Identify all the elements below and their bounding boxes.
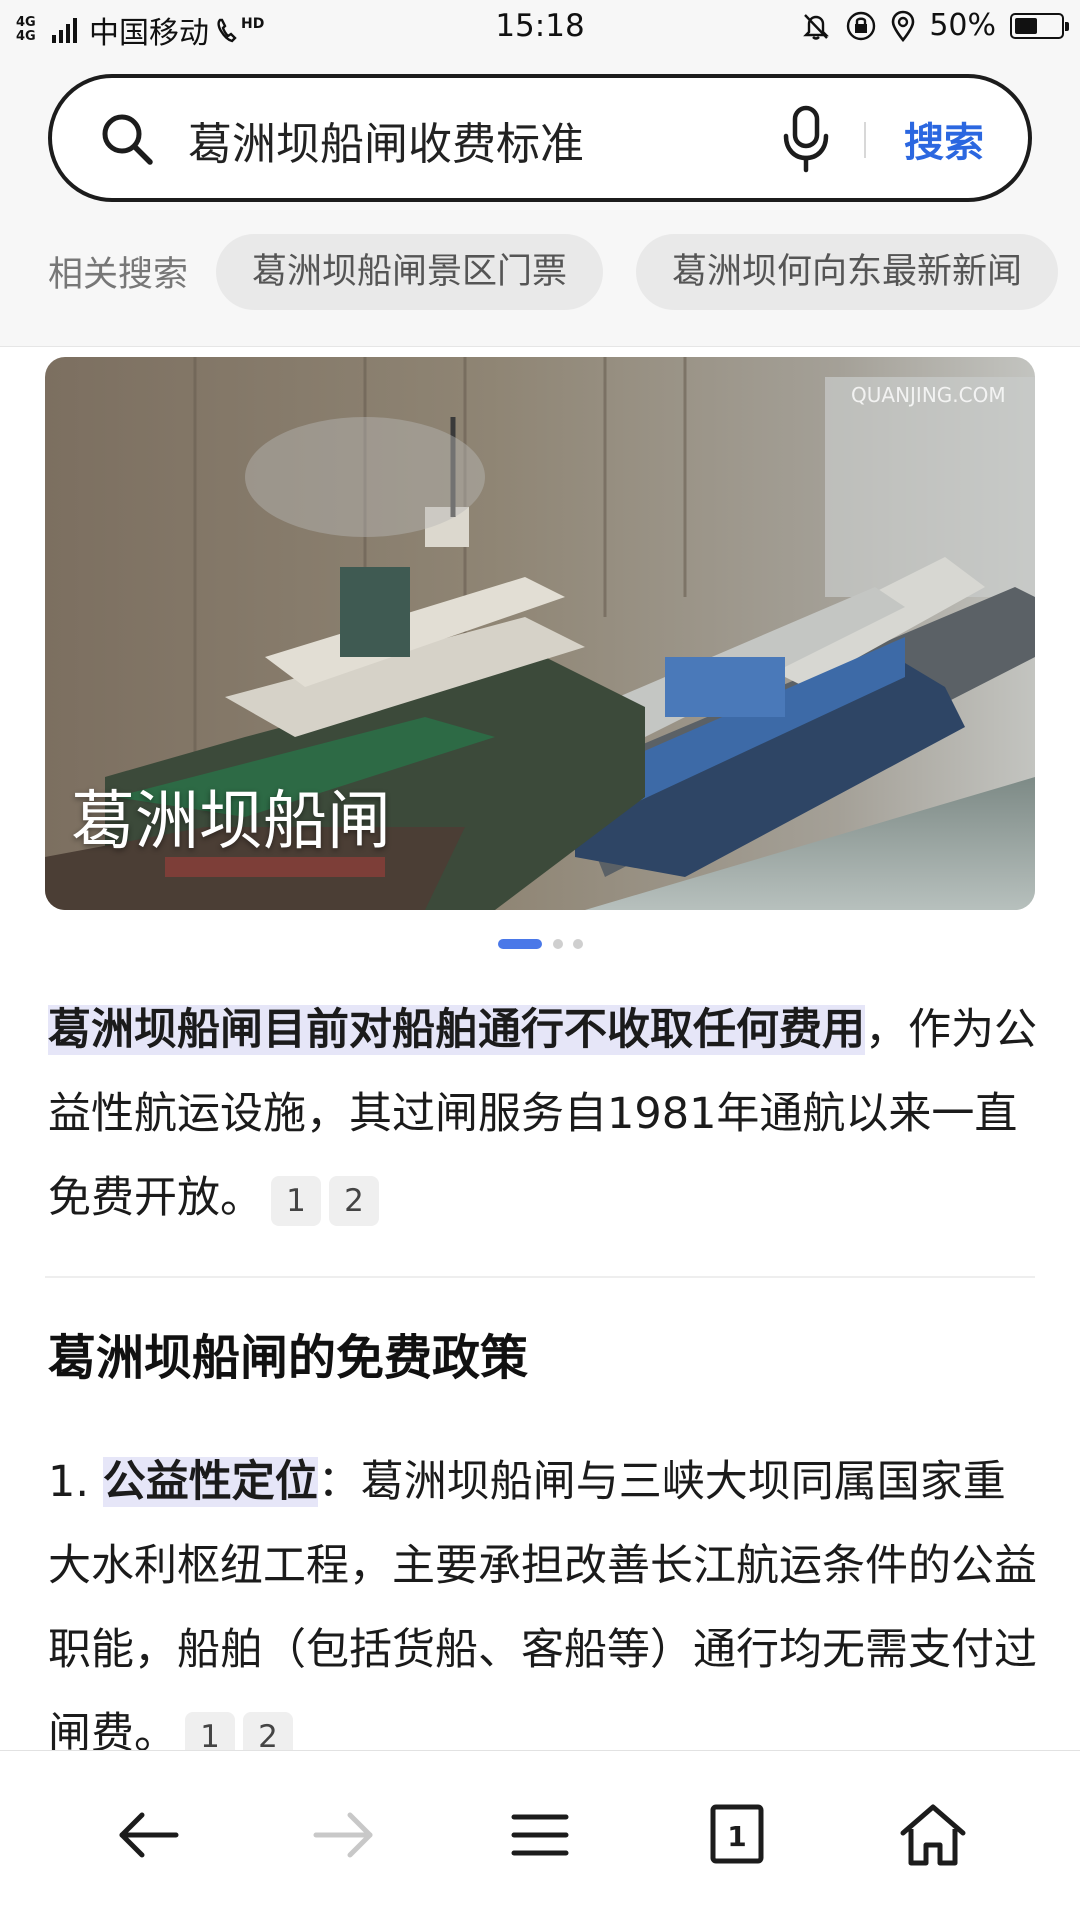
rotation-lock-icon <box>847 11 876 40</box>
answer-highlight: 葛洲坝船闸目前对船舶通行不收取任何费用 <box>48 1005 865 1055</box>
answer-paragraph: 葛洲坝船闸目前对船舶通行不收取任何费用，作为公益性航运设施，其过闸服务自1981… <box>48 988 1038 1240</box>
answer-block: 葛洲坝船闸目前对船舶通行不收取任何费用，作为公益性航运设施，其过闸服务自1981… <box>48 988 1038 1240</box>
hero-image[interactable]: QUANJING.COM 葛洲坝船闸 <box>45 357 1035 910</box>
carousel-dot[interactable] <box>553 939 563 949</box>
hero-title: 葛洲坝船闸 <box>71 785 391 859</box>
carousel-dot[interactable] <box>573 939 583 949</box>
location-icon <box>892 10 915 42</box>
search-button[interactable]: 搜索 <box>904 110 984 168</box>
carousel-indicator[interactable] <box>0 937 1080 951</box>
list-number: 1. <box>48 1457 90 1507</box>
tabs-icon: 1 <box>710 1804 764 1864</box>
status-bar: 4G 4G 中国移动 HD 15:18 50% <box>0 0 1080 56</box>
forward-button[interactable] <box>304 1795 384 1875</box>
battery-percent: 50% <box>929 8 996 43</box>
search-input[interactable]: 葛洲坝船闸收费标准 <box>188 108 584 172</box>
status-right: 50% <box>801 8 1069 43</box>
section-divider <box>45 1276 1035 1278</box>
list-item: 1. 公益性定位：葛洲坝船闸与三峡大坝同属国家重大水利枢纽工程，主要承担改善长江… <box>48 1440 1038 1750</box>
list-item-title: 公益性定位 <box>102 1457 318 1507</box>
home-icon <box>900 1804 966 1866</box>
citation-badge[interactable]: 2 <box>329 1175 379 1226</box>
bottom-navigation: 1 <box>0 1750 1080 1921</box>
search-divider <box>864 122 866 158</box>
search-icon[interactable] <box>100 112 154 166</box>
tab-count: 1 <box>727 1820 746 1853</box>
search-header: 葛洲坝船闸收费标准 搜索 相关搜索 葛洲坝船闸景区门票 葛洲坝何向东最新新闻 <box>0 56 1080 347</box>
citation-badge[interactable]: 1 <box>271 1175 321 1226</box>
tabs-button[interactable]: 1 <box>697 1795 777 1875</box>
watermark: QUANJING.COM <box>851 383 1006 407</box>
list-colon: ： <box>317 1457 361 1507</box>
citation-badge[interactable]: 2 <box>243 1711 293 1750</box>
home-button[interactable] <box>893 1795 973 1875</box>
related-chip[interactable]: 葛洲坝何向东最新新闻 <box>636 234 1059 310</box>
carousel-dot-active[interactable] <box>498 939 542 949</box>
menu-icon <box>511 1814 569 1856</box>
back-arrow-icon <box>119 1812 179 1858</box>
search-box[interactable]: 葛洲坝船闸收费标准 搜索 <box>48 74 1032 202</box>
section-heading: 葛洲坝船闸的免费政策 <box>48 1330 529 1386</box>
battery-fill <box>1015 17 1037 34</box>
related-chip[interactable]: 葛洲坝船闸景区门票 <box>216 234 604 310</box>
mute-bell-icon <box>803 13 830 40</box>
battery-icon <box>1010 12 1069 39</box>
citation-badge[interactable]: 1 <box>185 1711 235 1750</box>
forward-arrow-icon <box>313 1812 373 1858</box>
menu-button[interactable] <box>500 1795 580 1875</box>
microphone-icon[interactable] <box>780 104 832 174</box>
back-button[interactable] <box>108 1795 188 1875</box>
related-searches-label: 相关搜索 <box>48 255 189 295</box>
